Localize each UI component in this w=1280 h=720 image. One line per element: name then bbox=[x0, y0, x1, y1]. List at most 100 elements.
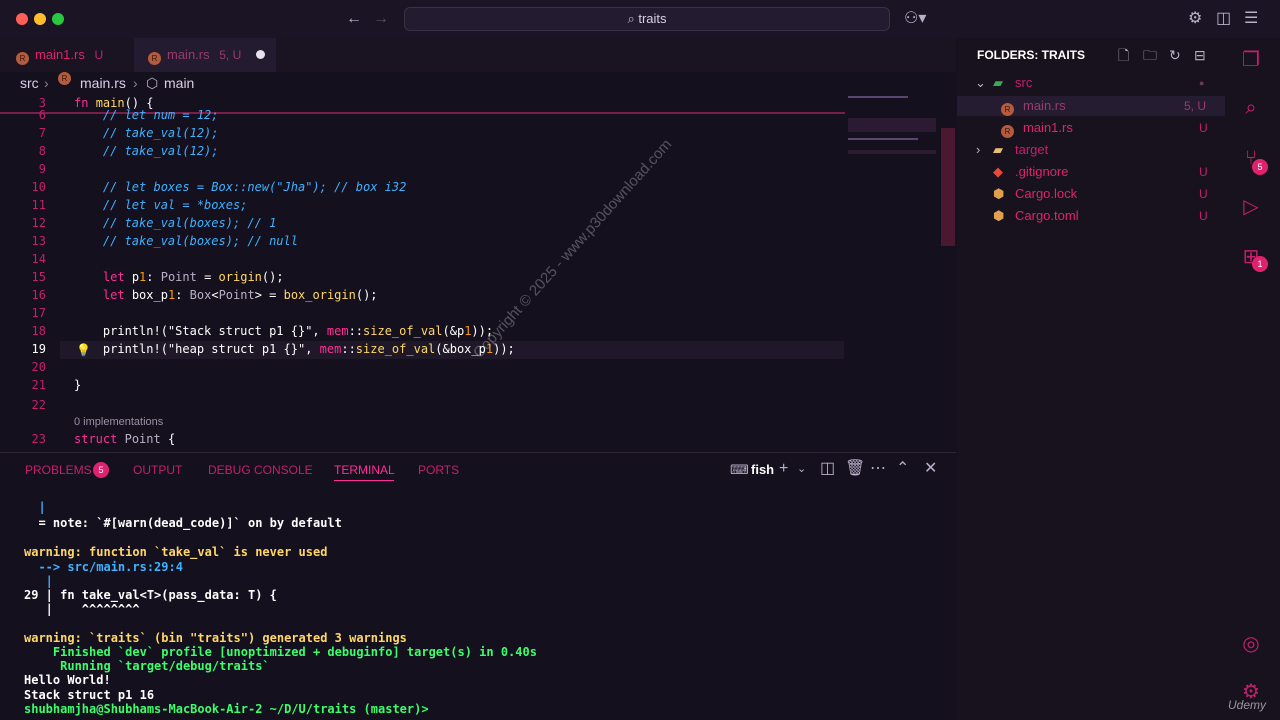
more-actions-icon[interactable]: ⋯ bbox=[870, 459, 886, 479]
new-folder-icon[interactable]: 🗀 bbox=[1143, 45, 1157, 65]
tab-debug-console[interactable]: DEBUG CONSOLE bbox=[208, 462, 313, 478]
scrollbar-thumb[interactable] bbox=[941, 128, 955, 246]
minimize-window-button[interactable] bbox=[34, 13, 46, 25]
toggle-sidebar-icon[interactable]: ◫ bbox=[1216, 9, 1231, 29]
new-terminal-icon[interactable]: + bbox=[779, 459, 788, 479]
terminal-line: Finished `dev` profile [unoptimized + de… bbox=[24, 645, 537, 659]
tab-main-rs[interactable]: Rmain.rs 5, U bbox=[148, 38, 270, 72]
command-center-search[interactable]: ⌕ traits bbox=[404, 7, 890, 31]
code-line: // take_val(12); bbox=[74, 144, 219, 158]
terminal-line: = note: `#[warn(dead_code)]` on by defau… bbox=[24, 516, 342, 530]
search-text: traits bbox=[638, 11, 667, 26]
search-icon: ⌕ bbox=[627, 11, 635, 26]
split-terminal-icon[interactable]: ◫ bbox=[820, 459, 835, 479]
chevron-down-icon[interactable]: ⌄ bbox=[975, 74, 986, 92]
account-icon[interactable]: ◎ bbox=[1237, 630, 1265, 658]
rust-file-icon: R bbox=[1001, 103, 1014, 116]
problems-count-badge: 5 bbox=[93, 462, 109, 478]
chevron-down-icon[interactable]: ⌄ bbox=[797, 459, 806, 479]
extensions-badge: 1 bbox=[1252, 256, 1268, 272]
code-line: // take_val(boxes); // 1 bbox=[74, 216, 277, 230]
rust-file-icon: R bbox=[148, 52, 161, 65]
terminal-line: warning: function `take_val` is never us… bbox=[24, 545, 328, 559]
line-number: 20 bbox=[31, 360, 46, 374]
code-line: // let val = *boxes; bbox=[74, 198, 248, 212]
explorer-item-main-rs[interactable]: main.rs bbox=[1023, 97, 1066, 115]
folder-src-icon: ▰ bbox=[993, 75, 1003, 90]
code-line: // take_val(12); bbox=[74, 126, 219, 140]
refresh-icon[interactable]: ↻ bbox=[1169, 45, 1181, 65]
tab-output[interactable]: OUTPUT bbox=[133, 462, 182, 478]
minimap[interactable] bbox=[848, 94, 940, 158]
explorer-item-gitignore[interactable]: .gitignore bbox=[1015, 163, 1068, 181]
customize-layout-icon[interactable]: ⚙ bbox=[1188, 9, 1202, 29]
close-window-button[interactable] bbox=[16, 13, 28, 25]
tab-terminal[interactable]: TERMINAL bbox=[334, 462, 395, 478]
terminal-shell-icon[interactable]: ⌨ bbox=[730, 460, 749, 480]
forward-arrow-icon[interactable]: → bbox=[373, 9, 389, 29]
breadcrumb-file[interactable]: main.rs bbox=[80, 72, 126, 94]
code-editor[interactable]: 💡 3 fn main() {6 // let num = 12; 7 // tak… bbox=[0, 94, 955, 450]
maximize-panel-icon[interactable]: ⌃ bbox=[896, 459, 909, 479]
collapse-all-icon[interactable]: ⊟ bbox=[1194, 45, 1206, 65]
code-line: } bbox=[74, 378, 82, 392]
code-line: println!("heap struct p1 {}", mem::size_… bbox=[74, 342, 515, 356]
search-icon[interactable]: ⌕ bbox=[1237, 94, 1265, 122]
terminal-line: shubhamjha@Shubhams-MacBook-Air-2 ~/D/U/… bbox=[24, 702, 436, 716]
code-line: // let boxes = Box::new("Jha"); // box i… bbox=[74, 180, 407, 194]
explorer-status: 5, U bbox=[1184, 99, 1207, 113]
tab-main1-rs[interactable]: Rmain1.rs U bbox=[16, 38, 134, 72]
more-icon[interactable]: ☰ bbox=[1244, 9, 1258, 29]
line-number: 8 bbox=[38, 144, 46, 158]
line-number: 11 bbox=[31, 198, 46, 212]
line-number: 13 bbox=[31, 234, 46, 248]
breadcrumb-folder[interactable]: src bbox=[20, 72, 39, 94]
line-number: 17 bbox=[31, 306, 46, 320]
rust-file-icon: R bbox=[1001, 125, 1014, 138]
panel-border bbox=[0, 452, 956, 453]
line-number: 23 bbox=[31, 432, 46, 446]
explorer-item-target[interactable]: target bbox=[1015, 141, 1048, 159]
terminal-line: | ^^^^^^^^ bbox=[24, 602, 140, 616]
copilot-icon[interactable]: ⚇▾ bbox=[904, 9, 926, 29]
explorer-item-cargo-lock[interactable]: Cargo.lock bbox=[1015, 185, 1077, 203]
code-line: let p1: Point = origin(); bbox=[102, 270, 284, 284]
explorer-item-main1-rs[interactable]: main1.rs bbox=[1023, 119, 1073, 137]
unsaved-dot-icon[interactable] bbox=[256, 50, 265, 59]
terminal-line: Hello World! bbox=[24, 673, 111, 687]
scm-badge: 5 bbox=[1252, 159, 1268, 175]
code-line: // let num = 12; bbox=[74, 108, 219, 122]
code-line: // take_val(boxes); // null bbox=[74, 234, 298, 248]
udemy-logo: Udemy bbox=[1228, 698, 1267, 712]
explorer-item-src[interactable]: src bbox=[1015, 74, 1032, 92]
explorer-status: U bbox=[1199, 209, 1208, 223]
code-line: struct Point { bbox=[74, 432, 176, 446]
back-arrow-icon[interactable]: ← bbox=[346, 9, 362, 29]
code-lens-implementations[interactable]: 0 implementations bbox=[74, 416, 163, 428]
new-file-icon[interactable]: 🗋 bbox=[1118, 45, 1129, 65]
line-number: 10 bbox=[31, 180, 46, 194]
explorer-icon[interactable]: ❐ bbox=[1237, 46, 1265, 74]
explorer-status: U bbox=[1199, 187, 1208, 201]
close-panel-icon[interactable]: ✕ bbox=[924, 459, 937, 479]
tab-ports[interactable]: PORTS bbox=[418, 462, 459, 478]
terminal-line: | bbox=[24, 500, 46, 514]
line-number: 14 bbox=[31, 252, 46, 266]
terminal-line: --> src/main.rs:29:4 bbox=[24, 560, 183, 574]
shell-name[interactable]: fish bbox=[751, 462, 774, 477]
git-icon: ◆ bbox=[993, 164, 1003, 179]
tab-problems[interactable]: PROBLEMS bbox=[25, 462, 92, 478]
line-number: 16 bbox=[31, 288, 46, 302]
maximize-window-button[interactable] bbox=[52, 13, 64, 25]
modified-dot-icon: ● bbox=[1199, 78, 1205, 88]
code-line: println!("Stack struct p1 {}", mem::size… bbox=[74, 324, 494, 338]
explorer-item-cargo-toml[interactable]: Cargo.toml bbox=[1015, 207, 1079, 225]
trash-icon[interactable]: 🗑 bbox=[845, 459, 865, 479]
run-debug-icon[interactable]: ▷ bbox=[1237, 193, 1265, 221]
chevron-right-icon[interactable]: › bbox=[976, 141, 980, 159]
function-symbol-icon: ⬡ bbox=[146, 75, 159, 91]
line-number: 6 bbox=[38, 108, 46, 122]
line-number: 18 bbox=[31, 324, 46, 338]
package-icon: ⬢ bbox=[993, 208, 1005, 223]
breadcrumb-symbol[interactable]: main bbox=[164, 72, 194, 94]
